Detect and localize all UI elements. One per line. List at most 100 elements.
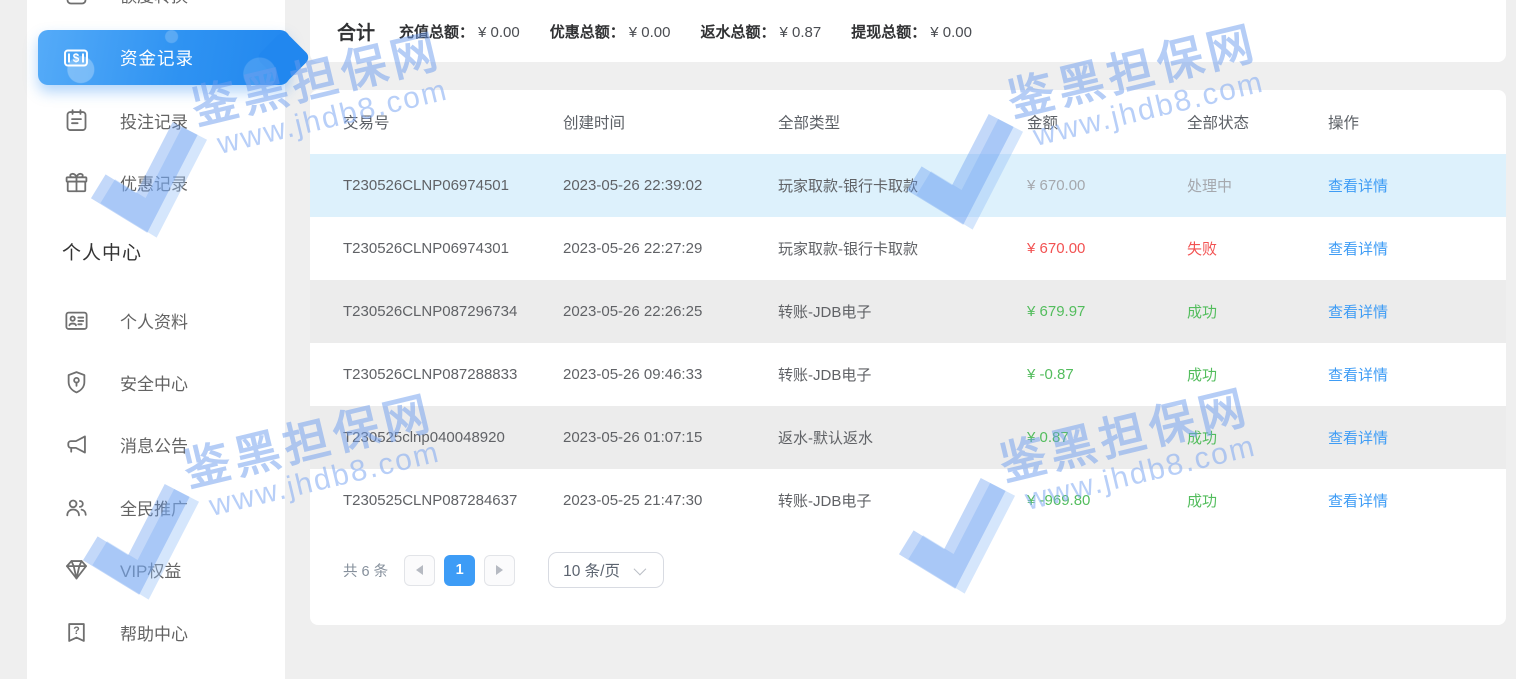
table-row[interactable]: T230526CLNP087288833 2023-05-26 09:46:33… [310,343,1506,406]
sidebar-item-label: 安全中心 [120,370,188,395]
page-size-select[interactable]: 10 条/页 [548,552,664,588]
transaction-id: T230526CLNP087288833 [343,366,563,383]
arrow-right-icon [496,565,503,575]
page-number-button[interactable]: 1 [444,555,475,586]
transaction-type: 返水-默认返水 [778,427,1027,448]
help-icon: ? [62,618,90,646]
transaction-id: T230525clnp040048920 [343,429,563,446]
svg-text:$: $ [73,52,80,65]
page-size-value: 10 条/页 [563,559,620,581]
transaction-type: 玩家取款-银行卡取款 [778,175,1027,196]
status-badge: 成功 [1187,364,1328,385]
withdrawal-total: 提现总额： ¥ 0.00 [851,21,972,42]
amount: ¥ 670.00 [1027,177,1187,194]
view-details-link[interactable]: 查看详情 [1328,241,1388,258]
header-amount: 金额 [1027,111,1187,133]
header-created-time: 创建时间 [563,111,778,133]
sidebar-item-label: 个人资料 [120,308,188,333]
fund-records-page: 额度转换 $ 资金记录 投注记录 优惠记录 个人中心 [0,0,1516,679]
table-row[interactable]: T230525clnp040048920 2023-05-26 01:07:15… [310,406,1506,469]
pagination-total: 共 6 条 [343,560,388,581]
amount: ¥ -0.87 [1027,366,1187,383]
referral-icon [62,493,90,521]
sidebar-item-fund-records[interactable]: $ 资金记录 [38,30,290,85]
status-badge: 成功 [1187,427,1328,448]
chevron-down-icon [634,562,647,575]
status-badge: 处理中 [1187,175,1328,196]
sidebar-item-vip[interactable]: VIP权益 [27,545,285,593]
sidebar-item-help-center[interactable]: ? 帮助中心 [27,608,285,656]
profile-icon [62,306,90,334]
sidebar-item-promo-records[interactable]: 优惠记录 [27,158,285,206]
sidebar-item-profile[interactable]: 个人资料 [27,296,285,344]
table-body: T230526CLNP06974501 2023-05-26 22:39:02 … [310,154,1506,532]
svg-text:?: ? [73,625,80,637]
header-actions: 操作 [1328,111,1506,133]
view-details-link[interactable]: 查看详情 [1328,430,1388,447]
pagination: 共 6 条 1 10 条/页 [343,552,664,588]
header-status-filter[interactable]: 全部状态 [1187,111,1328,133]
sidebar-section-personal-center: 个人中心 [62,238,142,265]
created-time: 2023-05-26 22:27:29 [563,240,778,257]
transaction-type: 转账-JDB电子 [778,364,1027,385]
amount: ¥ 0.87 [1027,429,1187,446]
bet-records-icon [62,106,90,134]
sidebar-item-label: 优惠记录 [120,170,188,195]
totals-summary-bar: 合计 充值总额： ¥ 0.00 优惠总额： ¥ 0.00 返水总额： ¥ 0.8… [310,0,1506,62]
transfer-icon [62,0,90,8]
created-time: 2023-05-26 09:46:33 [563,366,778,383]
sidebar-item-referral[interactable]: 全民推广 [27,483,285,531]
funds-icon: $ [62,44,90,72]
created-time: 2023-05-26 22:39:02 [563,177,778,194]
sidebar-item-label: 资金记录 [120,45,194,70]
sidebar-item-label: VIP权益 [120,557,181,582]
transaction-id: T230526CLNP06974501 [343,177,563,194]
transaction-id: T230526CLNP06974301 [343,240,563,257]
transactions-table: 交易号 创建时间 全部类型 金额 全部状态 操作 T230526CLNP0697… [310,90,1506,625]
created-time: 2023-05-26 01:07:15 [563,429,778,446]
promo-total: 优惠总额： ¥ 0.00 [550,21,671,42]
transaction-type: 转账-JDB电子 [778,490,1027,511]
transaction-type: 玩家取款-银行卡取款 [778,238,1027,259]
table-row[interactable]: T230525CLNP087284637 2023-05-25 21:47:30… [310,469,1506,532]
summary-title: 合计 [337,18,375,45]
rebate-total: 返水总额： ¥ 0.87 [700,21,821,42]
view-details-link[interactable]: 查看详情 [1328,493,1388,510]
vip-icon [62,555,90,583]
announcement-icon [62,430,90,458]
view-details-link[interactable]: 查看详情 [1328,304,1388,321]
amount: ¥ -969.80 [1027,492,1187,509]
status-badge: 成功 [1187,301,1328,322]
sidebar-item-label: 额度转换 [120,0,188,7]
arrow-left-icon [416,565,423,575]
table-row[interactable]: T230526CLNP087296734 2023-05-26 22:26:25… [310,280,1506,343]
transaction-id: T230525CLNP087284637 [343,492,563,509]
status-badge: 成功 [1187,490,1328,511]
header-transaction-id: 交易号 [343,111,563,133]
promo-records-icon [62,168,90,196]
sidebar-item-bet-records[interactable]: 投注记录 [27,96,285,144]
status-badge: 失败 [1187,238,1328,259]
sidebar-item-clipped[interactable]: 额度转换 [27,0,285,18]
prev-page-button[interactable] [404,555,435,586]
deposit-total: 充值总额： ¥ 0.00 [399,21,520,42]
transaction-id: T230526CLNP087296734 [343,303,563,320]
sidebar-item-security-center[interactable]: 安全中心 [27,358,285,406]
transaction-type: 转账-JDB电子 [778,301,1027,322]
amount: ¥ 679.97 [1027,303,1187,320]
sidebar-item-label: 投注记录 [120,108,188,133]
header-type-filter[interactable]: 全部类型 [778,111,1027,133]
sidebar-item-label: 帮助中心 [120,620,188,645]
sidebar-item-label: 消息公告 [120,432,188,457]
sidebar-item-announcements[interactable]: 消息公告 [27,420,285,468]
next-page-button[interactable] [484,555,515,586]
table-row[interactable]: T230526CLNP06974501 2023-05-26 22:39:02 … [310,154,1506,217]
table-header-row: 交易号 创建时间 全部类型 金额 全部状态 操作 [310,90,1506,154]
sidebar-item-label: 全民推广 [120,495,188,520]
table-row[interactable]: T230526CLNP06974301 2023-05-26 22:27:29 … [310,217,1506,280]
security-icon [62,368,90,396]
view-details-link[interactable]: 查看详情 [1328,178,1388,195]
sidebar: 额度转换 $ 资金记录 投注记录 优惠记录 个人中心 [27,0,285,679]
view-details-link[interactable]: 查看详情 [1328,367,1388,384]
created-time: 2023-05-25 21:47:30 [563,492,778,509]
